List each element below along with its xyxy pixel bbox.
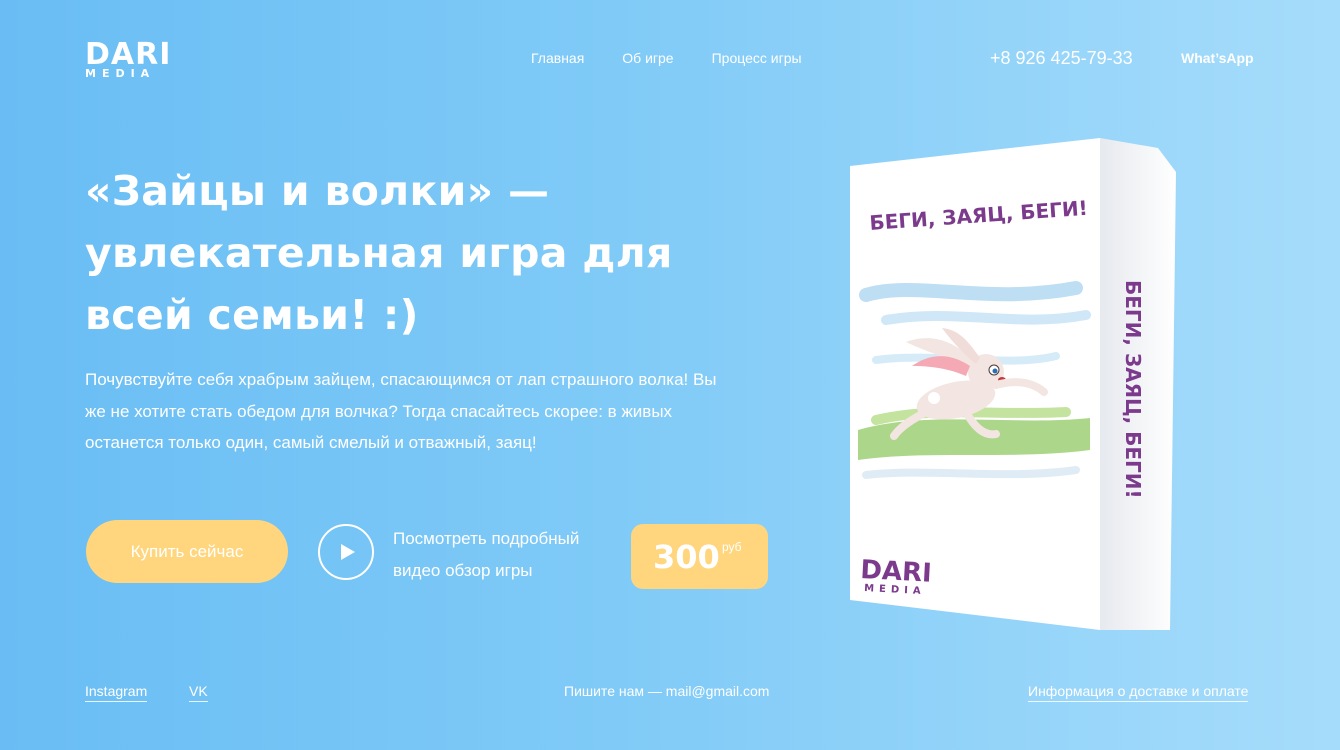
hero-title: «Зайцы и волки» — увлекательная игра для… [85, 160, 725, 346]
hero-title-line-3: всей семьи! :) [85, 291, 419, 339]
hero-title-line-2: увлекательная игра для [85, 229, 673, 277]
nav-item-home[interactable]: Главная [531, 50, 584, 66]
hero-title-line-1: «Зайцы и волки» — [85, 167, 550, 215]
video-text-line-2: видео обзор игры [393, 561, 533, 580]
phone-number[interactable]: +8 926 425-79-33 [990, 48, 1133, 69]
price-value: 300 [653, 538, 720, 576]
landing-page: DARI MEDIA Главная Об игре Процесс игры … [0, 0, 1340, 750]
main-nav: Главная Об игре Процесс игры [531, 50, 802, 66]
price-badge: 300 руб [631, 524, 768, 589]
price-currency: руб [722, 540, 742, 554]
logo-top-text: DARI [85, 37, 172, 72]
vk-link[interactable]: VK [189, 683, 208, 702]
box-side-title: БЕГИ, ЗАЯЦ, БЕГИ! [1121, 280, 1145, 499]
game-box-image: БЕГИ, ЗАЯЦ, БЕГИ! БЕГИ, ЗАЯЦ, БЕГИ! DARI… [850, 138, 1176, 630]
buy-now-button[interactable]: Купить сейчас [86, 520, 288, 583]
nav-item-gameplay[interactable]: Процесс игры [712, 50, 802, 66]
play-icon [340, 544, 355, 560]
video-text-line-1: Посмотреть подробный [393, 529, 580, 548]
play-video-button[interactable] [318, 524, 374, 580]
logo[interactable]: DARI MEDIA [85, 37, 172, 80]
hero-description: Почувствуйте себя храбрым зайцем, спасаю… [85, 370, 717, 452]
whatsapp-link[interactable]: What’sApp [1181, 50, 1254, 66]
video-review-link[interactable]: Посмотреть подробный видео обзор игры [393, 523, 623, 587]
nav-item-about[interactable]: Об игре [622, 50, 673, 66]
instagram-link[interactable]: Instagram [85, 683, 148, 702]
contact-email[interactable]: Пишите нам — mail@gmail.com [564, 683, 769, 699]
delivery-info-link[interactable]: Информация о доставке и оплате [1028, 683, 1249, 702]
